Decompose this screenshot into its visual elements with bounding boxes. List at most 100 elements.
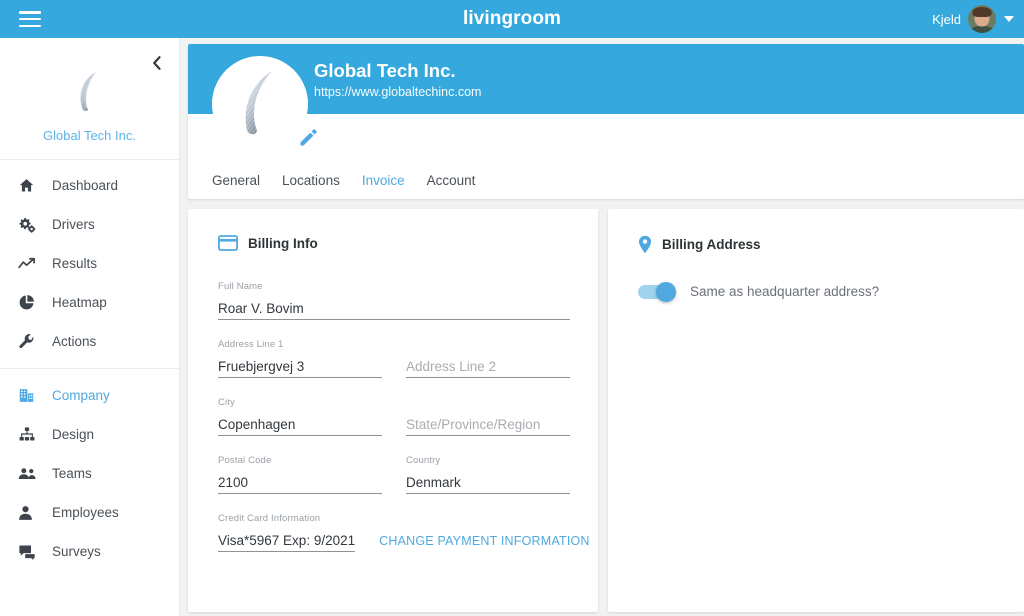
chevron-down-icon[interactable] [1004,16,1014,22]
sidebar-item-label: Heatmap [52,295,107,310]
avatar-hair [972,6,992,17]
full-name-input[interactable]: Roar V. Bovim [218,298,570,320]
user-menu[interactable]: Kjeld [932,0,1014,38]
country-input[interactable]: Denmark [406,472,570,494]
wrench-icon [18,333,38,351]
address-line-1-label: Address Line 1 [218,339,284,350]
gears-icon [18,216,38,234]
app-root: livingroom Kjeld Global Tech Inc. Dashbo… [0,0,1024,616]
invoice-panels: Billing Info Full Name Roar V. Bovim Add… [188,209,1024,612]
company-logo [212,56,308,152]
country-field[interactable]: Country Denmark [406,455,570,494]
sidebar-item-label: Dashboard [52,178,119,193]
sidebar-item-label: Drivers [52,217,95,232]
sidebar: Global Tech Inc. Dashboard Drivers Resul… [0,38,180,616]
sidebar-divider [0,368,179,369]
toggle-knob [656,281,676,302]
hamburger-bar [19,24,41,27]
credit-card-input[interactable]: Visa*5967 Exp: 9/2021 [218,530,356,552]
company-profile-card: Global Tech Inc. https://www.globaltechi… [188,44,1024,199]
top-app-bar: livingroom Kjeld [0,0,1024,38]
sidebar-item-label: Surveys [52,544,101,559]
tab-locations[interactable]: Locations [282,173,340,188]
person-icon [18,504,38,522]
page-title: Global Tech Inc. [314,59,456,81]
user-name-label: Kjeld [932,11,961,27]
company-website-link[interactable]: https://www.globaltechinc.com [314,85,481,99]
tab-invoice[interactable]: Invoice [362,173,405,188]
postal-code-label: Postal Code [218,455,272,466]
credit-card-field[interactable]: Credit Card Information Visa*5967 Exp: 9… [218,513,356,552]
address-line-1-field[interactable]: Address Line 1 Fruebjergvej 3 [218,339,382,378]
chat-bubbles-icon [18,543,38,561]
city-input[interactable]: Copenhagen [218,414,382,436]
sidebar-item-company[interactable]: Company [0,376,179,415]
avatar[interactable] [968,5,996,33]
sidebar-item-drivers[interactable]: Drivers [0,205,179,244]
hamburger-menu-icon[interactable] [19,11,41,27]
field-row-address: Address Line 1 Fruebjergvej 3 Address Li… [218,339,570,378]
credit-card-icon [218,235,238,251]
sidebar-item-teams[interactable]: Teams [0,454,179,493]
sidebar-collapse-chevron-left-icon[interactable] [147,54,165,72]
postal-code-field[interactable]: Postal Code 2100 [218,455,382,494]
location-pin-icon [638,235,652,254]
people-icon [18,465,38,483]
building-icon [18,387,38,405]
billing-info-card: Billing Info Full Name Roar V. Bovim Add… [188,209,598,612]
company-identity: Global Tech Inc. https://www.globaltechi… [314,59,481,99]
hamburger-bar [19,11,41,14]
address-line-2-field[interactable]: Address Line 2 [406,339,570,378]
sidebar-item-label: Results [52,256,98,271]
billing-address-title: Billing Address [662,237,761,252]
company-tabs: General Locations Invoice Account [212,161,475,199]
state-label [406,397,570,409]
sidebar-item-label: Employees [52,505,119,520]
postal-code-input[interactable]: 2100 [218,472,382,494]
state-input[interactable]: State/Province/Region [406,414,570,436]
sidebar-item-label: Actions [52,334,97,349]
company-profile-banner: Global Tech Inc. https://www.globaltechi… [188,44,1024,114]
address-line-2-label [406,339,570,351]
full-name-field[interactable]: Full Name Roar V. Bovim [218,281,570,320]
sidebar-item-heatmap[interactable]: Heatmap [0,283,179,322]
same-as-headquarter-row: Same as headquarter address? [638,281,996,302]
org-chart-icon [18,426,38,444]
sidebar-item-employees[interactable]: Employees [0,493,179,532]
city-field[interactable]: City Copenhagen [218,397,382,436]
same-as-headquarter-toggle[interactable] [638,281,676,302]
field-row-postal-country: Postal Code 2100 Country Denmark [218,455,570,494]
same-as-headquarter-label: Same as headquarter address? [690,284,880,299]
credit-card-label: Credit Card Information [218,513,321,524]
sidebar-org-name[interactable]: Global Tech Inc. [0,128,179,143]
sidebar-item-label: Teams [52,466,92,481]
billing-info-header: Billing Info [218,235,570,251]
tab-account[interactable]: Account [427,173,476,188]
change-payment-information-button[interactable]: CHANGE PAYMENT INFORMATION [379,530,590,552]
trend-line-icon [18,255,38,273]
city-label: City [218,397,235,408]
field-row-full-name: Full Name Roar V. Bovim [218,281,570,320]
app-brand-title: livingroom [462,8,562,29]
sidebar-item-surveys[interactable]: Surveys [0,532,179,571]
pencil-icon[interactable] [298,128,318,148]
billing-address-header: Billing Address [638,235,996,254]
state-field[interactable]: State/Province/Region [406,397,570,436]
hamburger-bar [19,17,41,21]
sidebar-item-actions[interactable]: Actions [0,322,179,361]
sidebar-nav: Dashboard Drivers Results Heatmap Action… [0,160,179,571]
billing-address-card: Billing Address Same as headquarter addr… [608,209,1024,612]
avatar-body [970,26,994,33]
country-label: Country [406,455,441,466]
sidebar-item-results[interactable]: Results [0,244,179,283]
sidebar-item-label: Design [52,427,95,442]
pie-chart-icon [18,294,38,312]
field-row-city-state: City Copenhagen State/Province/Region [218,397,570,436]
sidebar-item-dashboard[interactable]: Dashboard [0,166,179,205]
company-logo [62,64,118,120]
sidebar-item-design[interactable]: Design [0,415,179,454]
address-line-1-input[interactable]: Fruebjergvej 3 [218,356,382,378]
address-line-2-input[interactable]: Address Line 2 [406,356,570,378]
main-content: Global Tech Inc. https://www.globaltechi… [180,38,1024,616]
tab-general[interactable]: General [212,173,260,188]
